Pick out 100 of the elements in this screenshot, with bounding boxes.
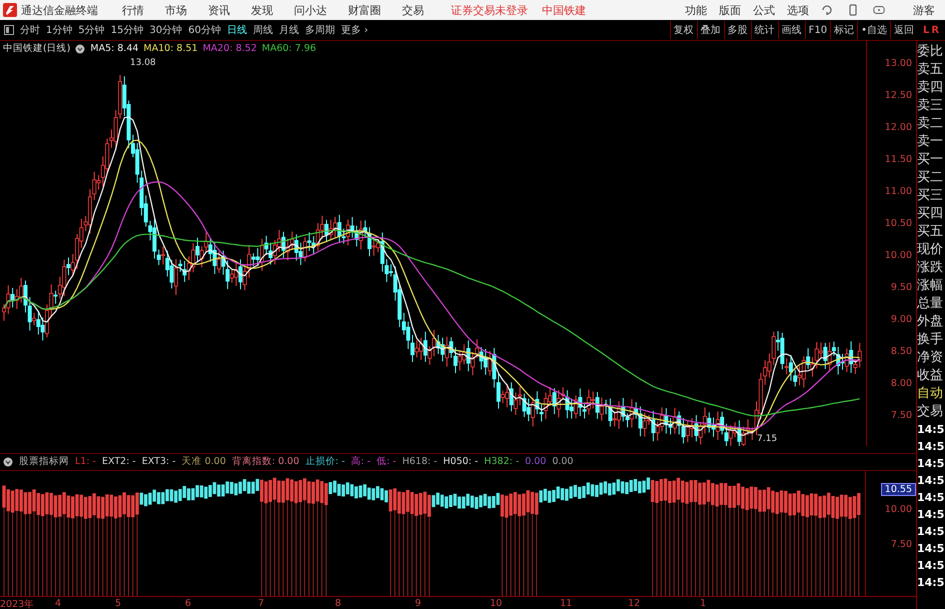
price-tick: 8.00	[890, 379, 913, 391]
date-axis-label: 11	[560, 598, 572, 609]
date-axis-label: 7	[258, 598, 264, 609]
price-tick: 10.00	[884, 251, 913, 263]
date-axis-label: 6	[185, 598, 192, 609]
high-price-label: 13.08	[130, 58, 156, 68]
refresh-icon[interactable]	[821, 4, 833, 16]
indicator-value: EXT3: -	[142, 456, 176, 468]
user-label[interactable]: 游客	[913, 2, 935, 18]
quote-field-label: 总量	[917, 295, 944, 313]
quote-field-label: 换手	[917, 331, 944, 349]
indicator-name: 股票指标网	[19, 455, 69, 468]
current-value-label: 10.55	[880, 482, 916, 496]
indicator-value: 天准 0.00	[182, 455, 226, 468]
app-logo-icon	[3, 3, 17, 17]
menu-item[interactable]: 问小达	[294, 2, 327, 18]
price-tick: 12.50	[884, 91, 913, 103]
date-axis-label: 9	[415, 598, 422, 609]
period-tab[interactable]: 30分钟	[149, 23, 182, 37]
indicator-value: H618: -	[402, 456, 438, 468]
period-tab[interactable]: 60分钟	[188, 23, 221, 37]
toolbar-button[interactable]: •自选	[857, 21, 890, 39]
quote-field-label: 卖五	[917, 61, 944, 79]
period-tab[interactable]: 日线	[226, 23, 247, 37]
indicator-value: 背离指数: 0.00	[232, 455, 300, 468]
period-tab[interactable]: 周线	[252, 23, 273, 37]
indicator-tick: 7.50	[890, 538, 913, 550]
menu-item[interactable]: 发现	[251, 2, 273, 18]
trade-time: 14:5	[917, 473, 945, 489]
period-tab[interactable]: 15分钟	[110, 23, 144, 37]
quote-field-label: 卖二	[917, 115, 944, 133]
indicator-value: 低: -	[376, 455, 396, 468]
date-axis-label: 2023年	[0, 598, 34, 609]
trade-time: 14:5	[917, 507, 945, 523]
indicator-value: 高: -	[350, 455, 371, 468]
period-tab[interactable]: 1分钟	[46, 23, 72, 37]
quote-field-label: 买三	[917, 187, 944, 205]
indicator-value: 0.00	[525, 456, 546, 468]
price-tick: 11.00	[884, 187, 913, 199]
quote-field-label: 交易	[917, 403, 944, 421]
indicator-value: 止损价: -	[305, 455, 345, 468]
quote-field-label: 卖三	[917, 97, 944, 115]
price-tick: 9.50	[890, 283, 913, 295]
phone-icon[interactable]	[847, 4, 859, 16]
quote-field-label: 买五	[917, 223, 944, 241]
trade-time: 14:5	[917, 422, 945, 438]
period-tab[interactable]: 5分钟	[78, 23, 105, 37]
trade-time: 14:5	[917, 456, 945, 472]
indicator-value: H050: -	[443, 456, 478, 468]
corner-letter[interactable]: L	[922, 24, 930, 36]
price-tick: 7.50	[890, 411, 913, 423]
quote-field-label: 外盘	[917, 313, 944, 331]
settings-icon[interactable]	[75, 44, 86, 54]
menu-item[interactable]: 交易	[402, 2, 424, 18]
quote-field-label: 净资	[917, 349, 944, 367]
low-price-label: 7.15	[757, 434, 778, 444]
menu-item[interactable]: 功能	[685, 2, 707, 18]
date-axis-label: 4	[55, 598, 62, 609]
period-tab[interactable]: 月线	[278, 23, 299, 37]
date-axis-label: 1	[700, 598, 706, 609]
trade-time: 14:5	[917, 439, 945, 455]
indicator-value: H382: -	[484, 456, 520, 468]
menu-item[interactable]: 选项	[787, 2, 809, 18]
app-name: 通达信金融终端	[21, 2, 98, 18]
trade-time: 14:5	[917, 541, 945, 557]
date-axis-label: 12	[628, 598, 640, 609]
moving-average-value: MA60: 7.96	[262, 43, 316, 54]
price-tick: 10.50	[884, 219, 913, 231]
quote-field-label: 自动	[917, 385, 944, 403]
quote-field-label: 卖一	[917, 133, 944, 151]
trade-time: 14:5	[917, 558, 945, 574]
indicator-value: L1: -	[75, 456, 96, 468]
menu-item[interactable]: 市场	[165, 2, 187, 18]
price-tick: 12.00	[884, 123, 913, 135]
moving-average-value: MA5: 8.44	[90, 43, 139, 54]
message-icon[interactable]	[873, 4, 885, 16]
menu-item[interactable]: 财富圈	[348, 2, 381, 18]
quote-field-label: 涨幅	[917, 277, 944, 295]
moving-average-value: MA10: 8.51	[144, 43, 198, 54]
quote-field-label: 委比	[917, 43, 944, 61]
panel-toggle-icon[interactable]	[4, 25, 14, 35]
menu-item[interactable]: 版面	[719, 2, 741, 18]
trade-time: 14:5	[917, 575, 945, 591]
period-tab[interactable]: 多周期	[304, 23, 335, 37]
menu-item[interactable]: 公式	[753, 2, 775, 18]
quote-field-label: 收益	[917, 367, 944, 385]
price-tick: 11.50	[884, 155, 913, 167]
period-tab[interactable]: 分时	[20, 23, 40, 37]
menu-item[interactable]: 资讯	[208, 2, 230, 18]
more-button[interactable]: 更多 ›	[340, 23, 368, 37]
trade-time: 14:5	[917, 490, 945, 506]
status-text: 证券交易未登录	[451, 2, 528, 18]
quote-field-label: 买一	[917, 151, 944, 169]
menu-item[interactable]: 行情	[122, 2, 144, 18]
settings-icon[interactable]	[3, 456, 13, 467]
status-text: 中国铁建	[542, 2, 586, 18]
quote-field-label: 买二	[917, 169, 944, 187]
price-tick: 9.00	[890, 315, 913, 327]
corner-letter[interactable]: R	[931, 24, 940, 36]
quote-field-label: 现价	[917, 241, 944, 259]
